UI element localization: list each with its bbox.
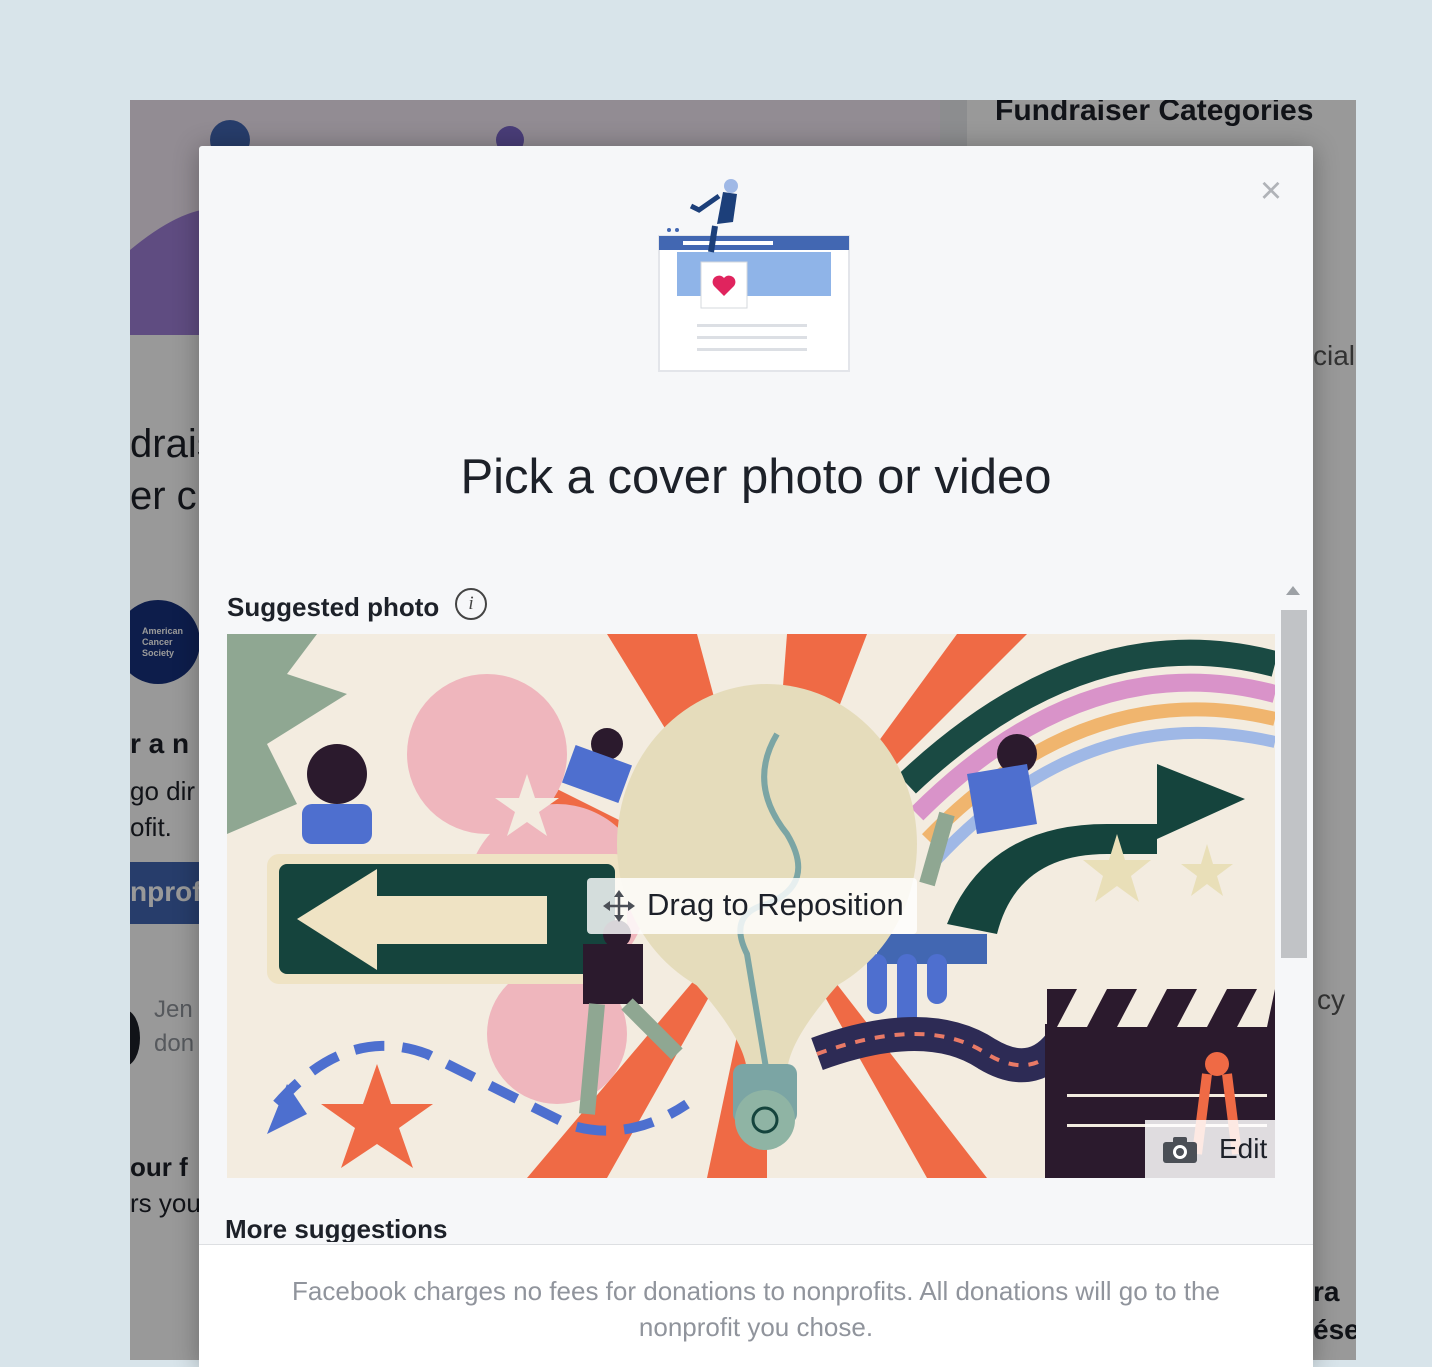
camera-icon [1163, 1137, 1197, 1163]
info-icon[interactable]: i [455, 588, 487, 620]
suggested-cover-photo[interactable]: Drag to Reposition Edit [227, 634, 1275, 1178]
move-icon [603, 890, 635, 922]
suggested-photo-label: Suggested photo [227, 592, 440, 622]
footer-disclaimer: Facebook charges no fees for donations t… [292, 1276, 1220, 1342]
suggestions-scroll-area[interactable]: Suggested photo i Drag to Reposition Edi… [225, 582, 1275, 1242]
edit-label: Edit [1219, 1133, 1268, 1164]
close-button[interactable]: × [1249, 172, 1293, 210]
more-suggestions-label: More suggestions [225, 1214, 448, 1242]
scrollbar[interactable] [1279, 582, 1309, 1242]
close-icon: × [1259, 170, 1283, 212]
drag-to-reposition-handle[interactable]: Drag to Reposition [587, 878, 917, 934]
dialog-title: Pick a cover photo or video [460, 450, 1052, 504]
edit-photo-button[interactable]: Edit [1145, 1120, 1275, 1178]
dialog-footer: Facebook charges no fees for donations t… [199, 1244, 1313, 1367]
cover-photo-dialog: × Pick a cover photo or video Suggested … [199, 146, 1313, 1367]
scroll-up-icon[interactable] [1286, 586, 1300, 595]
fundraiser-illustration [658, 179, 850, 372]
drag-label: Drag to Reposition [647, 887, 904, 922]
scrollbar-thumb[interactable] [1281, 610, 1307, 958]
